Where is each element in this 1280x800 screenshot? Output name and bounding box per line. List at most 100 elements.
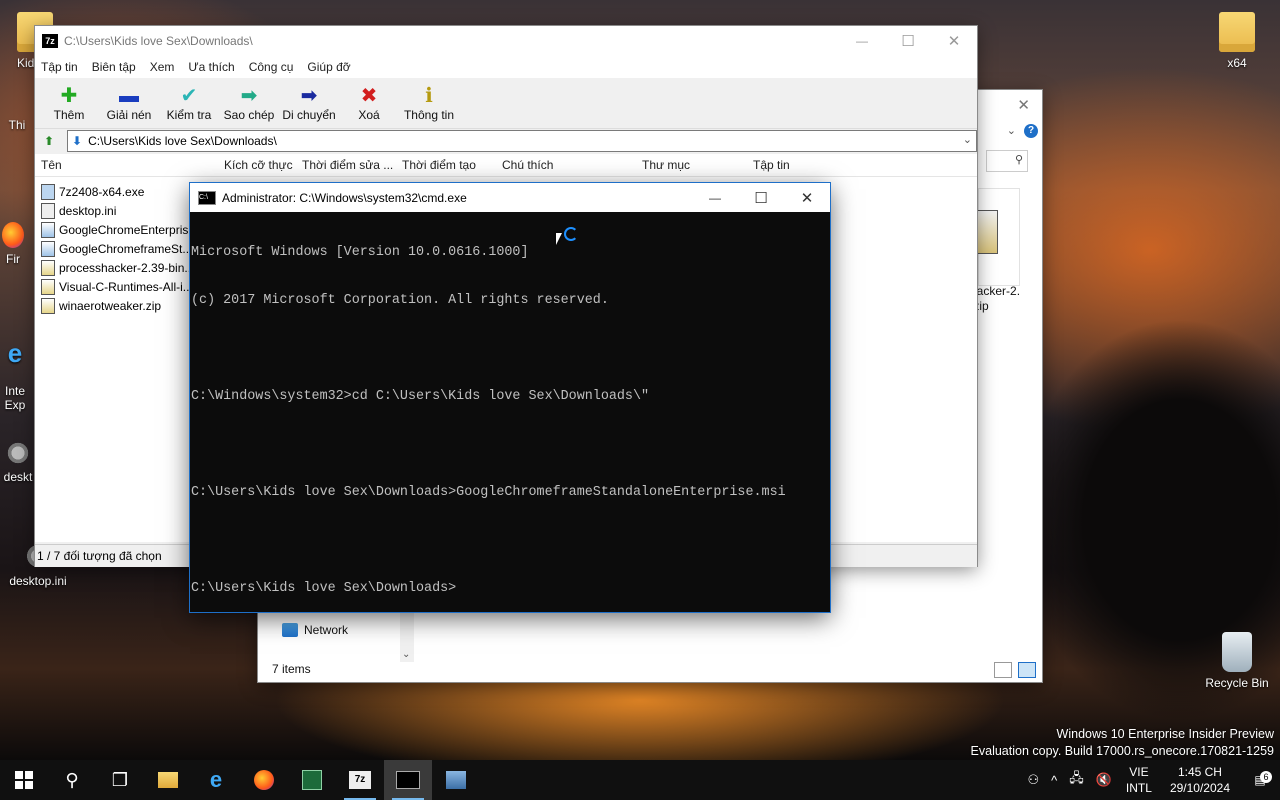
details-view-icon[interactable] bbox=[994, 662, 1012, 678]
installer-icon bbox=[446, 771, 466, 789]
list-item[interactable]: desktop.ini bbox=[41, 201, 191, 220]
minimize-button[interactable]: — bbox=[839, 26, 885, 56]
column-size[interactable]: Kích cỡ thực bbox=[224, 158, 293, 172]
desktop-icon-label: Recycle Bin bbox=[1205, 676, 1269, 690]
chevron-down-icon[interactable]: ⌄ bbox=[402, 649, 410, 660]
search-button[interactable]: ⚲ bbox=[48, 760, 96, 800]
add-button[interactable]: ✚ Thêm bbox=[39, 78, 99, 128]
folder-arrow-icon: ⬇ bbox=[72, 134, 83, 148]
list-item[interactable]: winaerotweaker.zip bbox=[41, 296, 191, 315]
maximize-button[interactable]: ☐ bbox=[738, 183, 784, 213]
menu-view[interactable]: Xem bbox=[150, 60, 175, 74]
desktop-icon-firefox[interactable]: Fir bbox=[0, 222, 38, 266]
list-item[interactable]: 7z2408-x64.exe bbox=[41, 182, 191, 201]
menu-favorites[interactable]: Ưa thích bbox=[188, 60, 234, 74]
delete-x-icon: ✖ bbox=[360, 85, 378, 107]
view-switcher[interactable] bbox=[994, 662, 1036, 678]
taskbar-firefox[interactable] bbox=[240, 760, 288, 800]
file-name: Visual-C-Runtimes-All-i... bbox=[59, 279, 191, 294]
command-prompt-window[interactable]: C:\ Administrator: C:\Windows\system32\c… bbox=[190, 183, 830, 612]
column-name[interactable]: Tên bbox=[41, 158, 62, 172]
volume-muted-icon[interactable]: 🔇 bbox=[1090, 772, 1118, 788]
up-folder-icon[interactable]: ⬆ bbox=[39, 134, 59, 148]
info-label: Thông tin bbox=[403, 108, 455, 122]
desktop-icon-ie[interactable]: e Inte Exp bbox=[0, 326, 40, 412]
address-path: C:\Users\Kids love Sex\Downloads\ bbox=[88, 134, 277, 148]
move-arrow-icon: ➡ bbox=[300, 85, 318, 107]
extract-button[interactable]: ▬ Giải nén bbox=[99, 78, 159, 128]
file-tile-label: hacker-2. .zip bbox=[970, 284, 1021, 313]
column-modified[interactable]: Thời điểm sửa ... bbox=[302, 158, 393, 172]
help-icon[interactable]: ? bbox=[1024, 124, 1038, 138]
close-button[interactable]: ✕ bbox=[1017, 96, 1030, 114]
move-label: Di chuyển bbox=[282, 108, 336, 122]
list-item[interactable]: GoogleChromeEnterpris... bbox=[41, 220, 191, 239]
desktop-icon-label: Inte Exp bbox=[4, 384, 26, 412]
clock-time: 1:45 CH bbox=[1177, 765, 1222, 779]
keyboard-layout: INTL bbox=[1125, 781, 1152, 795]
close-button[interactable]: ✕ bbox=[931, 26, 977, 56]
taskbar-7zip[interactable]: 7z bbox=[336, 760, 384, 800]
msi-file-icon bbox=[41, 240, 55, 257]
chevron-down-icon[interactable]: ⌄ bbox=[1007, 124, 1016, 137]
firefox-icon bbox=[2, 222, 24, 248]
menu-tools[interactable]: Công cụ bbox=[249, 60, 294, 74]
taskbar-command-prompt[interactable] bbox=[384, 760, 432, 800]
network-icon[interactable]: 🖧 bbox=[1063, 769, 1090, 791]
chevron-down-icon[interactable]: ⌄ bbox=[963, 133, 972, 146]
taskbar-file-explorer[interactable] bbox=[144, 760, 192, 800]
search-box[interactable]: ⚲ bbox=[986, 150, 1028, 172]
list-item[interactable]: GoogleChromeframeSt... bbox=[41, 239, 191, 258]
copy-button[interactable]: ➡ Sao chép bbox=[219, 78, 279, 128]
move-button[interactable]: ➡ Di chuyển bbox=[279, 78, 339, 128]
info-button[interactable]: ℹ Thông tin bbox=[399, 78, 459, 128]
input-language[interactable]: VIE INTL bbox=[1118, 764, 1160, 796]
people-icon[interactable]: ⚇ bbox=[1021, 772, 1045, 788]
large-icons-view-icon[interactable] bbox=[1018, 662, 1036, 678]
zip-file-icon bbox=[974, 210, 998, 254]
menu-help[interactable]: Giúp đỡ bbox=[307, 60, 350, 74]
zip-file-icon bbox=[41, 297, 55, 314]
delete-label: Xoá bbox=[358, 108, 380, 122]
title-bar[interactable]: C:\ Administrator: C:\Windows\system32\c… bbox=[190, 183, 830, 212]
test-button[interactable]: ✔ Kiểm tra bbox=[159, 78, 219, 128]
file-name: processhacker-2.39-bin... bbox=[59, 260, 191, 275]
delete-button[interactable]: ✖ Xoá bbox=[339, 78, 399, 128]
clock[interactable]: 1:45 CH 29/10/2024 bbox=[1160, 764, 1240, 796]
column-files[interactable]: Tập tin bbox=[753, 158, 790, 172]
menu-bar: Tập tin Biên tập Xem Ưa thích Công cụ Gi… bbox=[35, 56, 977, 78]
add-label: Thêm bbox=[53, 108, 85, 122]
menu-edit[interactable]: Biên tập bbox=[92, 60, 136, 74]
menu-file[interactable]: Tập tin bbox=[41, 60, 78, 74]
desktop-icon-label: x64 bbox=[1227, 56, 1247, 70]
clock-date: 29/10/2024 bbox=[1169, 781, 1230, 795]
desktop-icon-label: desktop.ini bbox=[9, 574, 67, 588]
taskbar-app[interactable] bbox=[288, 760, 336, 800]
title-bar[interactable]: 7z C:\Users\Kids love Sex\Downloads\ — ☐… bbox=[35, 26, 977, 56]
list-item[interactable]: processhacker-2.39-bin... bbox=[41, 258, 191, 277]
console-output[interactable]: Microsoft Windows [Version 10.0.0616.100… bbox=[190, 212, 830, 629]
address-row: ⬆ ⬇ C:\Users\Kids love Sex\Downloads\ ⌄ bbox=[35, 129, 977, 153]
address-input[interactable]: ⬇ C:\Users\Kids love Sex\Downloads\ ⌄ bbox=[67, 130, 977, 152]
start-button[interactable] bbox=[0, 760, 48, 800]
gear-icon bbox=[5, 440, 31, 466]
taskbar-settings-app[interactable] bbox=[432, 760, 480, 800]
maximize-button[interactable]: ☐ bbox=[885, 26, 931, 56]
chevron-up-icon[interactable]: ^ bbox=[1045, 773, 1063, 788]
desktop-icon-recycle-bin[interactable]: Recycle Bin bbox=[1200, 632, 1274, 690]
minimize-button[interactable]: — bbox=[692, 183, 738, 213]
column-folders[interactable]: Thư mục bbox=[642, 158, 690, 172]
column-comment[interactable]: Chú thích bbox=[502, 158, 553, 172]
taskbar-internet-explorer[interactable]: e bbox=[192, 760, 240, 800]
close-button[interactable]: ✕ bbox=[784, 183, 830, 213]
desktop-icon-label: Fir bbox=[6, 252, 20, 266]
console-line: C:\Users\Kids love Sex\Downloads>GoogleC… bbox=[191, 485, 786, 500]
desktop-icon-x64-folder[interactable]: x64 bbox=[1202, 12, 1272, 70]
column-created[interactable]: Thời điểm tạo bbox=[402, 158, 476, 172]
action-center-button[interactable]: ▤ 6 bbox=[1240, 771, 1280, 787]
list-item[interactable]: Visual-C-Runtimes-All-i... bbox=[41, 277, 191, 296]
console-line: C:\Windows\system32>cd C:\Users\Kids lov… bbox=[191, 389, 650, 404]
task-view-button[interactable]: ❐ bbox=[96, 760, 144, 800]
